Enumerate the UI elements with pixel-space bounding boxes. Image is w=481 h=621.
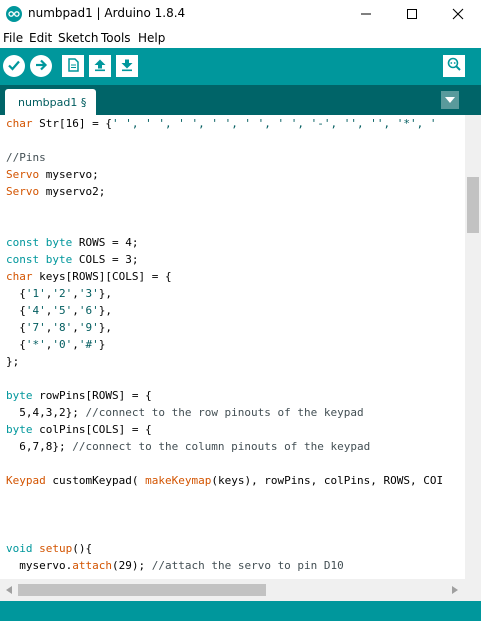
horizontal-scrollbar[interactable] — [0, 579, 481, 601]
verify-icon — [7, 57, 21, 76]
serial-monitor-button[interactable] — [443, 55, 465, 77]
menu-tools[interactable]: Tools — [101, 31, 131, 45]
horizontal-scroll-thumb[interactable] — [18, 584, 266, 596]
code-line: char keys[ROWS][COLS] = { — [6, 270, 172, 283]
minimize-button[interactable] — [343, 0, 389, 28]
chevron-down-icon — [441, 91, 459, 109]
tab-numbpad1[interactable]: numbpad1 § — [5, 89, 96, 115]
menu-sketch[interactable]: Sketch — [58, 31, 98, 45]
code-line: myservo.attach(29); //attach the servo t… — [6, 559, 344, 572]
menu-file[interactable]: File — [3, 31, 23, 45]
tab-bar: numbpad1 § — [0, 85, 481, 115]
code-line: //Pins — [6, 151, 46, 164]
code-editor[interactable]: char Str[16] = {' ', ' ', ' ', ' ', ' ',… — [0, 115, 466, 579]
status-bar — [0, 601, 481, 621]
vertical-scroll-thumb[interactable] — [467, 177, 479, 233]
upload-icon — [34, 57, 48, 76]
title-bar: numbpad1 | Arduino 1.8.4 — [0, 0, 481, 28]
code-line: Servo myservo2; — [6, 185, 106, 198]
serial-monitor-icon — [446, 56, 462, 76]
close-button[interactable] — [435, 0, 481, 28]
code-line: }; — [6, 355, 20, 368]
code-line: byte colPins[COLS] = { — [6, 423, 152, 436]
code-line: {'1','2','3'}, — [6, 287, 112, 300]
code-line: 5,4,3,2}; //connect to the row pinouts o… — [6, 406, 364, 419]
open-icon — [93, 57, 107, 76]
arduino-logo-icon — [6, 6, 22, 22]
code-line: char Str[16] = {' ', ' ', ' ', ' ', ' ',… — [6, 117, 437, 130]
code-line: {'7','8','9'}, — [6, 321, 112, 334]
new-icon — [66, 57, 80, 76]
window-title: numbpad1 | Arduino 1.8.4 — [28, 6, 186, 20]
scroll-right-icon[interactable] — [449, 584, 461, 596]
code-line: 6,7,8}; //connect to the column pinouts … — [6, 440, 371, 453]
tab-label: numbpad1 § — [18, 96, 87, 109]
code-line: byte rowPins[ROWS] = { — [6, 389, 152, 402]
code-line: const byte COLS = 3; — [6, 253, 139, 266]
verify-button[interactable] — [3, 55, 25, 77]
code-line: {'4','5','6'}, — [6, 304, 112, 317]
maximize-button[interactable] — [389, 0, 435, 28]
vertical-scrollbar[interactable] — [465, 115, 481, 579]
open-button[interactable] — [89, 55, 111, 77]
code-line: void setup(){ — [6, 542, 93, 555]
menu-edit[interactable]: Edit — [29, 31, 52, 45]
code-line: Servo myservo; — [6, 168, 99, 181]
menu-help[interactable]: Help — [138, 31, 165, 45]
save-icon — [120, 57, 134, 76]
code-line: Keypad customKeypad( makeKeymap(keys), r… — [6, 474, 444, 487]
scroll-left-icon[interactable] — [3, 584, 15, 596]
menu-bar: File Edit Sketch Tools Help — [0, 28, 481, 48]
save-button[interactable] — [116, 55, 138, 77]
new-button[interactable] — [62, 55, 84, 77]
upload-button[interactable] — [30, 55, 52, 77]
code-line: {'*','0','#'} — [6, 338, 106, 351]
toolbar — [0, 48, 481, 85]
code-line: const byte ROWS = 4; — [6, 236, 139, 249]
